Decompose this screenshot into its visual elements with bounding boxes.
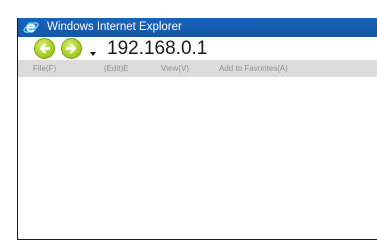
menu-item-add-to-favorites[interactable]: Add to Favorites(A) <box>219 60 288 77</box>
menu-item-file[interactable]: File(F) <box>33 60 56 77</box>
window-title: Windows Internet Explorer <box>47 21 182 33</box>
internet-explorer-icon <box>23 20 39 35</box>
title-bar: Windows Internet Explorer <box>18 18 377 37</box>
browser-window: Windows Internet Explorer 192.168.0.1 Fi… <box>17 18 377 240</box>
back-arrow-icon <box>39 43 51 54</box>
forward-button[interactable] <box>61 38 82 59</box>
history-dropdown-button[interactable] <box>89 45 97 56</box>
menu-item-edit[interactable]: (Edit)E <box>104 60 128 77</box>
back-button[interactable] <box>34 38 55 59</box>
screen: Windows Internet Explorer 192.168.0.1 Fi… <box>0 0 377 240</box>
forward-arrow-icon <box>65 43 77 54</box>
address-toolbar: 192.168.0.1 <box>18 37 377 60</box>
menu-item-view[interactable]: View(V) <box>161 60 189 77</box>
chevron-down-icon <box>90 52 96 56</box>
page-content-area[interactable] <box>18 77 377 239</box>
menu-bar: File(F) (Edit)E View(V) Add to Favorites… <box>18 60 377 77</box>
address-input[interactable]: 192.168.0.1 <box>107 37 207 60</box>
